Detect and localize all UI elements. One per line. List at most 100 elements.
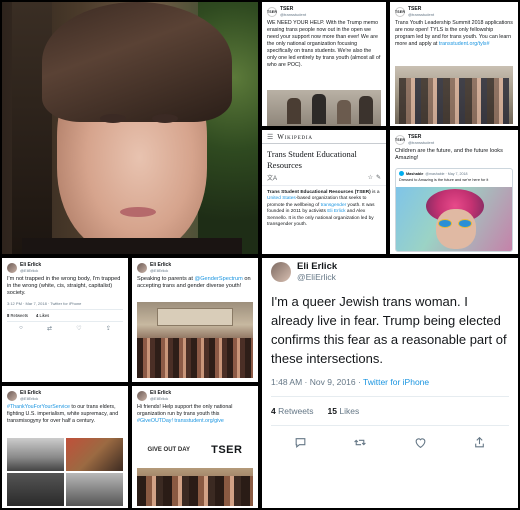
author-handle: @EliErlick [20, 396, 39, 401]
retweets-count[interactable]: 4 Retweets [271, 406, 314, 416]
tweet-text: I'm a queer Jewish trans woman. I alread… [271, 294, 507, 366]
tweet-tser-tyls[interactable]: TSER TSER @transstudent Trans Youth Lead… [390, 2, 518, 126]
tweet-text: Speaking to parents at @GenderSpectrum o… [137, 276, 253, 290]
quote-text: Dressed to Amazing is the future and we'… [399, 178, 489, 182]
tweet-actions [271, 426, 509, 449]
author-handle: @transstudent [408, 12, 435, 17]
eli-avatar[interactable] [7, 390, 17, 401]
tweet-text: Hi friends! Help support the only nation… [137, 404, 253, 424]
retweets-label: Retweets [10, 312, 28, 318]
timestamp: 1:48 AM · Nov 9, 2016 · [271, 377, 363, 387]
tweet-text: I'm not trapped in the wrong body, I'm t… [7, 276, 121, 297]
tweet-photo [267, 90, 381, 126]
share-icon[interactable] [473, 436, 486, 449]
likes-count[interactable]: 4 Likes [36, 313, 49, 318]
quoted-tweet[interactable]: Mashable @mashable · May 7, 2018 Dressed… [395, 168, 513, 252]
elder-photo [66, 438, 123, 471]
translate-icon[interactable]: 文A [267, 173, 277, 182]
tweet-eli-giveoutday[interactable]: Eli Erlick @EliErlick Hi friends! Help s… [132, 386, 258, 508]
tweet-text: #ThankYouForYourService to our trans eld… [7, 404, 123, 424]
edit-icon[interactable]: ✎ [376, 174, 381, 181]
mention-link[interactable]: @GenderSpectrum [195, 276, 243, 282]
tser-avatar: TSER [267, 6, 277, 17]
likes-label: Likes [39, 312, 50, 318]
likes-count[interactable]: 15 Likes [328, 406, 360, 416]
elder-photo [66, 473, 123, 506]
retweets-label: Retweets [275, 406, 314, 416]
likes-label: Likes [337, 406, 360, 416]
wiki-header: ☰ Wikipedia [262, 130, 386, 144]
tweet-text-body: Hi friends! Help support the only nation… [137, 404, 233, 417]
article-body: Trans Student Educational Resources (TSE… [262, 186, 386, 232]
portrait-photo [2, 2, 258, 254]
collage: TSER TSER @transstudent WE NEED YOUR HEL… [0, 0, 520, 510]
timestamp: 3:12 PM · Mar 7, 2018 · Twitter for iPho… [7, 300, 82, 306]
wiki-link[interactable]: Eli Erlick [327, 209, 345, 214]
tweet-eli-trapped[interactable]: Eli Erlick @EliErlick I'm not trapped in… [2, 258, 128, 382]
tweet-stats: 8 Retweets 4 Likes [7, 310, 123, 322]
wiki-link[interactable]: United States [267, 196, 296, 201]
author-handle: @EliErlick [20, 268, 39, 273]
author-name: Eli Erlick [297, 261, 338, 272]
hashtag-link[interactable]: #ThankYouForYourService [7, 404, 70, 410]
tser-logo: TSER [211, 444, 243, 456]
tyls-link[interactable]: transstudent.org/tyls# [439, 41, 490, 47]
eli-avatar[interactable] [271, 261, 291, 282]
give-link[interactable]: transstudent.org/give [173, 418, 223, 424]
author-handle: @EliErlick [297, 272, 336, 282]
group-photo [395, 66, 513, 124]
quote-photo [396, 187, 512, 251]
tweet-text-part: Speaking to parents at [137, 276, 195, 282]
audience-photo [137, 302, 253, 378]
retweet-icon[interactable] [353, 436, 367, 449]
source-link[interactable]: Twitter for iPhone [363, 377, 429, 387]
tweet-eli-thankyou[interactable]: Eli Erlick @EliErlick #ThankYouForYourSe… [2, 386, 128, 508]
eli-avatar[interactable] [137, 262, 147, 273]
likes-number: 15 [327, 406, 337, 416]
tser-avatar: TSER [395, 134, 405, 145]
group-photo [137, 468, 253, 506]
eli-avatar[interactable] [137, 390, 147, 401]
tweet-actions: ○ ⇄ ♡ ⇪ [7, 322, 123, 332]
like-icon[interactable] [414, 436, 427, 449]
wikipedia-logo: Wikipedia [277, 132, 313, 141]
share-icon[interactable]: ⇪ [106, 325, 111, 332]
tweet-meta: 3:12 PM · Mar 7, 2018 · Twitter for iPho… [7, 301, 123, 310]
tweet-text: WE NEED YOUR HELP. With the Trump memo e… [267, 20, 381, 68]
elder-photo [7, 473, 64, 506]
tweet-text: Children are the future, and the future … [395, 148, 503, 162]
star-icon[interactable]: ☆ [368, 174, 373, 181]
author-handle: @EliErlick [150, 268, 169, 273]
author-handle: @transstudent [280, 12, 307, 17]
author-handle: @transstudent [408, 140, 435, 145]
wikipedia-card[interactable]: ☰ Wikipedia Trans Student Educational Re… [262, 130, 386, 254]
mashable-icon [399, 171, 404, 176]
tser-avatar: TSER [395, 6, 405, 17]
retweets-count[interactable]: 8 Retweets [7, 313, 28, 318]
menu-icon[interactable]: ☰ [267, 133, 273, 141]
page-title: Trans Student Educational Resources [267, 149, 357, 170]
elder-photo [7, 438, 64, 471]
article-text: is a [370, 190, 380, 195]
reply-icon[interactable]: ○ [19, 325, 23, 331]
like-icon[interactable]: ♡ [76, 325, 81, 332]
author-handle: @EliErlick [150, 396, 169, 401]
tweet-tser-children[interactable]: TSER TSER @transstudent Children are the… [390, 130, 518, 254]
tweet-tser-help[interactable]: TSER TSER @transstudent WE NEED YOUR HEL… [262, 2, 386, 126]
quote-author: Mashable [406, 171, 424, 176]
giveoutday-logo: GIVE OUT DAY [147, 447, 191, 453]
tweet-stats: 4 Retweets 15 Likes [271, 397, 509, 426]
tweet-text: Trans Youth Leadership Summit 2018 appli… [395, 20, 513, 48]
photo-grid [7, 438, 123, 506]
tweet-eli-queer-jewish[interactable]: Eli Erlick @EliErlick I'm a queer Jewish… [262, 258, 518, 508]
article-bold: Trans Student Educational Resources (TSE… [267, 190, 371, 195]
retweet-icon[interactable]: ⇄ [47, 325, 52, 332]
eli-avatar[interactable] [7, 262, 17, 273]
logo-strip: GIVE OUT DAY TSER [137, 436, 253, 464]
hashtag-link[interactable]: #GiveOUTDay! [137, 418, 173, 424]
reply-icon[interactable] [294, 436, 307, 449]
tweet-meta: 1:48 AM · Nov 9, 2016 · Twitter for iPho… [271, 377, 509, 397]
wiki-link[interactable]: transgender [321, 203, 347, 208]
tweet-eli-genderspectrum[interactable]: Eli Erlick @EliErlick Speaking to parent… [132, 258, 258, 382]
quote-handle: @mashable · May 7, 2018 [425, 171, 468, 176]
